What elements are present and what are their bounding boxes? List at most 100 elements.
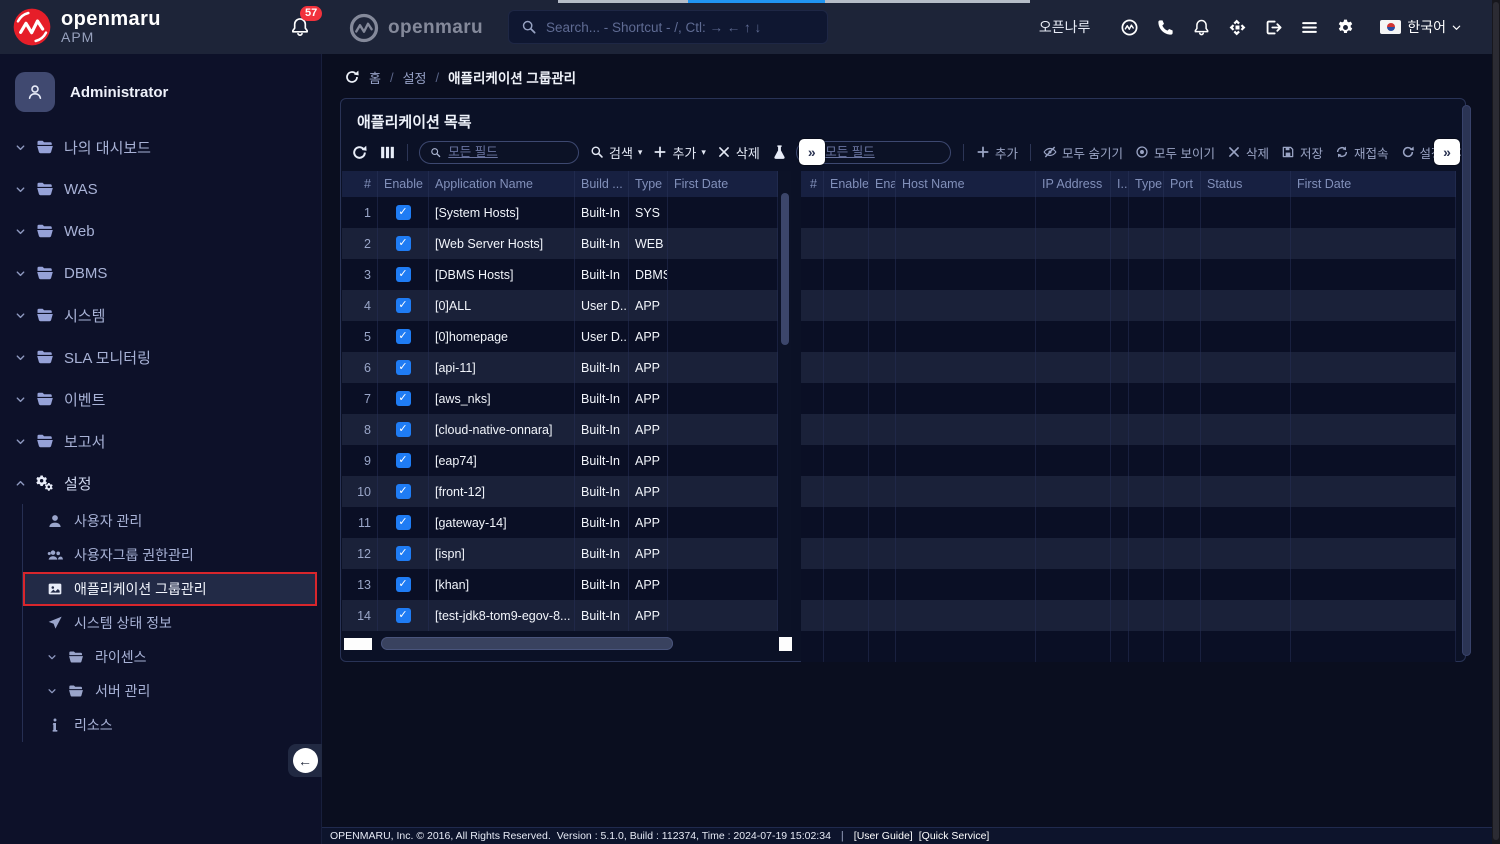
application-table-hscrollbar[interactable] bbox=[342, 637, 792, 651]
table-row[interactable]: 3✓[DBMS Hosts]Built-InDBMS bbox=[342, 259, 778, 290]
sidebar-item[interactable]: 보고서 bbox=[0, 420, 321, 462]
breadcrumb-home[interactable]: 홈 bbox=[369, 68, 381, 87]
menu-icon[interactable] bbox=[1300, 18, 1319, 37]
column-header[interactable]: Host Name bbox=[896, 171, 1036, 197]
global-search[interactable] bbox=[508, 10, 828, 44]
row-checkbox[interactable]: ✓ bbox=[396, 267, 411, 282]
column-header[interactable]: Enable bbox=[824, 171, 869, 197]
column-header[interactable]: I... bbox=[1111, 171, 1129, 197]
column-header[interactable]: # bbox=[801, 171, 824, 197]
right-table-expand-button[interactable]: » bbox=[1434, 139, 1460, 165]
gear-icon[interactable] bbox=[1336, 18, 1355, 37]
column-header[interactable]: First Date bbox=[1291, 171, 1456, 197]
table-row[interactable]: 10✓[front-12]Built-InAPP bbox=[342, 476, 778, 507]
table-row[interactable]: 4✓[0]ALLUser D...APP bbox=[342, 290, 778, 321]
refresh-icon[interactable] bbox=[344, 69, 360, 85]
toolbar-eye-slash-button[interactable]: 모두 숨기기 bbox=[1043, 143, 1123, 162]
row-checkbox[interactable]: ✓ bbox=[396, 453, 411, 468]
footer-link[interactable]: [Quick Service] bbox=[919, 830, 990, 842]
sidebar-item[interactable]: 나의 대시보드 bbox=[0, 126, 321, 168]
table-row[interactable]: 9✓[eap74]Built-InAPP bbox=[342, 445, 778, 476]
column-header[interactable]: Type bbox=[629, 171, 668, 197]
column-header[interactable]: IP Address bbox=[1036, 171, 1111, 197]
row-checkbox[interactable]: ✓ bbox=[396, 422, 411, 437]
toolbar-refresh-button[interactable] bbox=[351, 144, 368, 161]
language-selector[interactable]: 한국어 bbox=[1407, 17, 1446, 37]
hscrollbar-right-cap[interactable] bbox=[779, 637, 792, 651]
table-row[interactable]: 14✓[test-jdk8-tom9-egov-8...Built-InAPP bbox=[342, 600, 778, 631]
table-row[interactable]: 7✓[aws_nks]Built-InAPP bbox=[342, 383, 778, 414]
hscrollbar-thumb[interactable] bbox=[381, 637, 673, 650]
sidebar-item[interactable]: 이벤트 bbox=[0, 378, 321, 420]
bell-icon[interactable] bbox=[1192, 18, 1211, 37]
row-checkbox[interactable]: ✓ bbox=[396, 236, 411, 251]
sidebar-item[interactable]: 시스템 bbox=[0, 294, 321, 336]
phone-icon[interactable] bbox=[1156, 18, 1175, 37]
toolbar-x-button[interactable]: 삭제 bbox=[717, 143, 760, 162]
toolbar-x-button[interactable]: 삭제 bbox=[1227, 143, 1269, 162]
sidebar-item[interactable]: 서버 관리 bbox=[23, 674, 321, 708]
row-checkbox[interactable]: ✓ bbox=[396, 329, 411, 344]
panel-vscrollbar[interactable] bbox=[1460, 105, 1472, 656]
sidebar-item[interactable]: SLA 모니터링 bbox=[0, 336, 321, 378]
row-checkbox[interactable]: ✓ bbox=[396, 298, 411, 313]
app-logo[interactable]: openmaru APM bbox=[12, 7, 161, 47]
application-table-vscrollbar[interactable] bbox=[779, 171, 791, 637]
filter-field-input[interactable] bbox=[448, 145, 568, 159]
toolbar-plus-button[interactable]: 추가 bbox=[976, 143, 1018, 162]
vscrollbar-thumb[interactable] bbox=[781, 193, 789, 345]
table-filter-input[interactable] bbox=[419, 141, 579, 164]
table-row[interactable]: 8✓[cloud-native-onnara]Built-InAPP bbox=[342, 414, 778, 445]
sidebar-collapse-button[interactable]: ← bbox=[288, 744, 322, 777]
sidebar-item[interactable]: 리소스 bbox=[23, 708, 321, 742]
row-checkbox[interactable]: ✓ bbox=[396, 484, 411, 499]
breadcrumb-settings[interactable]: 설정 bbox=[403, 68, 427, 87]
sidebar-item[interactable]: 사용자 관리 bbox=[23, 504, 321, 538]
table-row[interactable]: 2✓[Web Server Hosts]Built-InWEB bbox=[342, 228, 778, 259]
filter-field-input[interactable] bbox=[825, 145, 940, 159]
column-header[interactable]: # bbox=[342, 171, 378, 197]
sidebar-item[interactable]: 설정 bbox=[0, 462, 321, 504]
table-row[interactable]: 12✓[ispn]Built-InAPP bbox=[342, 538, 778, 569]
column-header[interactable]: Type bbox=[1129, 171, 1164, 197]
toolbar-plus-button[interactable]: 추가▾ bbox=[653, 143, 705, 162]
sign-out-icon[interactable] bbox=[1264, 18, 1283, 37]
column-header[interactable]: Build ... bbox=[575, 171, 629, 197]
toolbar-save-button[interactable]: 저장 bbox=[1281, 143, 1323, 162]
sidebar-item[interactable]: DBMS bbox=[0, 252, 321, 294]
row-checkbox[interactable]: ✓ bbox=[396, 515, 411, 530]
column-header[interactable]: Port bbox=[1164, 171, 1201, 197]
browser-scrollbar[interactable] bbox=[1492, 0, 1500, 844]
table-row[interactable]: 11✓[gateway-14]Built-InAPP bbox=[342, 507, 778, 538]
toolbar-flask-button[interactable] bbox=[771, 144, 788, 161]
row-checkbox[interactable]: ✓ bbox=[396, 360, 411, 375]
row-checkbox[interactable]: ✓ bbox=[396, 391, 411, 406]
sidebar-item[interactable]: 사용자그룹 권한관리 bbox=[23, 538, 321, 572]
sidebar-item[interactable]: 시스템 상태 정보 bbox=[23, 606, 321, 640]
toolbar-sync-button[interactable]: 재접속 bbox=[1335, 143, 1389, 162]
browser-scrollbar-thumb[interactable] bbox=[1493, 2, 1499, 840]
wave-circle-icon[interactable] bbox=[1120, 18, 1139, 37]
toolbar-search-button[interactable]: 검색▾ bbox=[590, 143, 642, 162]
column-header[interactable]: Enable bbox=[378, 171, 429, 197]
vscrollbar-thumb[interactable] bbox=[1462, 105, 1471, 656]
table-row[interactable]: 13✓[khan]Built-InAPP bbox=[342, 569, 778, 600]
table-row[interactable]: 6✓[api-11]Built-InAPP bbox=[342, 352, 778, 383]
sidebar-item[interactable]: 애플리케이션 그룹관리 bbox=[23, 572, 317, 606]
global-search-input[interactable] bbox=[546, 20, 815, 35]
notifications-bell-button[interactable]: 57 bbox=[289, 15, 313, 41]
table-row[interactable]: 1✓[System Hosts]Built-InSYS bbox=[342, 197, 778, 228]
username[interactable]: 오픈나루 bbox=[1039, 17, 1091, 37]
sidebar-item[interactable]: Web bbox=[0, 210, 321, 252]
sidebar-item[interactable]: 라이센스 bbox=[23, 640, 321, 674]
toolbar-target-button[interactable]: 모두 보이기 bbox=[1135, 143, 1215, 162]
row-checkbox[interactable]: ✓ bbox=[396, 577, 411, 592]
toolbar-columns-button[interactable] bbox=[379, 144, 396, 161]
sidebar-item[interactable]: WAS bbox=[0, 168, 321, 210]
row-checkbox[interactable]: ✓ bbox=[396, 608, 411, 623]
column-header[interactable]: Status bbox=[1201, 171, 1291, 197]
hscrollbar-left-cap[interactable] bbox=[344, 638, 372, 650]
left-table-expand-button[interactable]: » bbox=[799, 139, 825, 165]
chevron-down-icon[interactable] bbox=[1451, 22, 1462, 33]
table-row[interactable]: 5✓[0]homepageUser D...APP bbox=[342, 321, 778, 352]
